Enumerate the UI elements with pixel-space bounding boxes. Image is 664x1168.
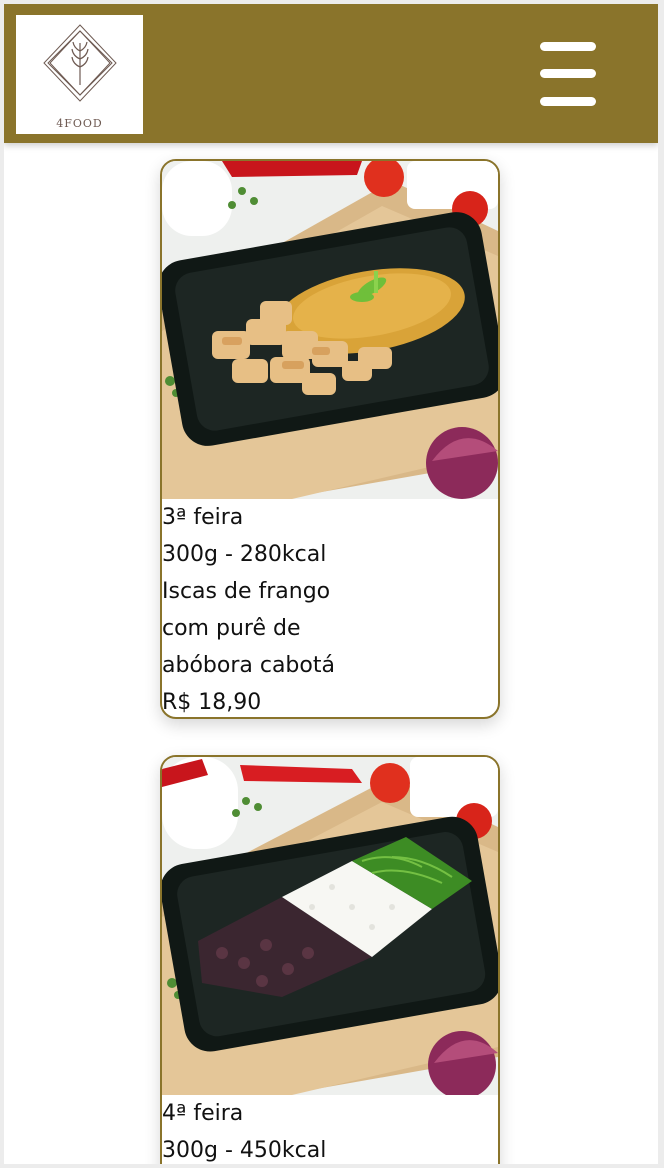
top-header: 4FOOD: [4, 4, 658, 143]
menu-bar-top: [540, 42, 596, 51]
hamburger-menu-icon[interactable]: [538, 42, 596, 106]
brand-name: 4FOOD: [56, 117, 103, 130]
product-day: 4ª feira: [162, 1101, 244, 1126]
product-card[interactable]: 3ª feira 300g - 280kcal Iscas de frango …: [160, 159, 500, 719]
product-description: Iscas de frango com purê de abóbora cabo…: [162, 579, 335, 678]
product-portion: 300g - 280kcal: [162, 542, 327, 567]
food-photo-beans-rice-kale: [162, 757, 498, 1095]
wheat-diamond-logo-icon: [43, 24, 117, 102]
product-image[interactable]: [162, 161, 498, 499]
product-price: R$ 18,90: [162, 690, 262, 715]
product-day: 3ª feira: [162, 505, 244, 530]
product-info: 3ª feira 300g - 280kcal Iscas de frango …: [162, 499, 382, 717]
product-image[interactable]: [162, 757, 498, 1095]
page: 4FOOD 3ª feira 300g - 280kcal Iscas de f…: [4, 4, 658, 1164]
product-card[interactable]: 4ª feira 300g - 450kcal: [160, 755, 500, 1164]
product-portion: 300g - 450kcal: [162, 1138, 327, 1163]
brand-logo[interactable]: 4FOOD: [16, 15, 143, 134]
food-photo-chicken-pumpkin: [162, 161, 498, 499]
menu-bar-bottom: [540, 97, 596, 106]
menu-bar-middle: [540, 69, 596, 78]
product-info: 4ª feira 300g - 450kcal: [162, 1095, 382, 1164]
